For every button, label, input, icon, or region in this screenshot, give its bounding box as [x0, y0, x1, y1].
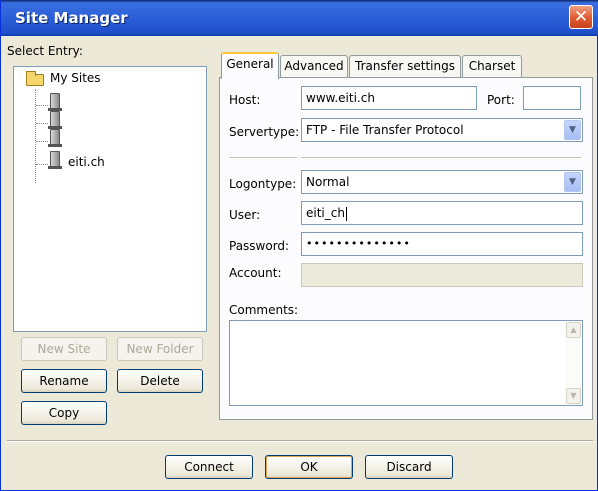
new-site-button[interactable]: New Site	[21, 337, 107, 361]
window-title: Site Manager	[15, 9, 128, 27]
user-value: eiti_ch	[306, 206, 345, 220]
logontype-select[interactable]: Normal ▼	[301, 170, 583, 194]
host-label: Host:	[229, 93, 261, 107]
site-tree[interactable]: My Sites eiti.ch	[13, 66, 207, 332]
delete-button[interactable]: Delete	[117, 369, 203, 393]
chevron-down-icon[interactable]: ▼	[564, 120, 581, 140]
tree-connector	[35, 89, 36, 183]
new-folder-button[interactable]: New Folder	[117, 337, 203, 361]
tree-connector	[36, 105, 48, 106]
tab-transfer-settings[interactable]: Transfer settings	[349, 55, 461, 78]
ok-button[interactable]: OK	[265, 455, 353, 479]
discard-button[interactable]: Discard	[365, 455, 453, 479]
tree-item-site-3[interactable]	[48, 128, 66, 146]
port-input[interactable]	[523, 86, 581, 110]
tree-connector	[36, 164, 48, 165]
scroll-down-icon[interactable]: ▼	[566, 388, 581, 404]
tree-connector	[36, 141, 48, 142]
comments-label: Comments:	[229, 303, 299, 317]
password-label: Password:	[229, 239, 290, 253]
close-button[interactable]: ✕	[569, 5, 593, 29]
tree-connector	[36, 123, 48, 124]
tree-item-eiti-ch[interactable]: eiti.ch	[68, 155, 105, 173]
comments-scrollbar[interactable]: ▲ ▼	[565, 321, 582, 405]
user-label: User:	[229, 208, 261, 222]
user-input[interactable]: eiti_ch	[301, 201, 583, 225]
tree-item-site-2[interactable]	[48, 110, 66, 128]
scroll-up-icon[interactable]: ▲	[566, 322, 581, 338]
host-input[interactable]: www.eiti.ch	[301, 86, 477, 110]
copy-button[interactable]: Copy	[21, 401, 107, 425]
folder-icon	[26, 71, 44, 86]
tab-advanced[interactable]: Advanced	[280, 55, 348, 78]
password-input[interactable]: ••••••••••••••	[301, 232, 583, 256]
divider	[229, 157, 297, 159]
site-manager-window: Site Manager ✕ Select Entry: My Sites ei…	[0, 0, 598, 491]
servertype-label: Servertype:	[229, 125, 300, 139]
servertype-select[interactable]: FTP - File Transfer Protocol ▼	[301, 118, 583, 142]
close-icon: ✕	[573, 7, 589, 27]
account-input	[301, 263, 583, 287]
server-icon	[48, 151, 62, 169]
tree-item-my-sites[interactable]: My Sites	[50, 71, 101, 89]
comments-textarea[interactable]: ▲ ▼	[229, 320, 583, 406]
connect-button[interactable]: Connect	[165, 455, 253, 479]
logontype-label: Logontype:	[229, 177, 297, 191]
divider	[301, 157, 581, 159]
text-caret	[345, 206, 347, 221]
title-bar[interactable]: Site Manager ✕	[1, 0, 598, 36]
footer-divider	[7, 440, 593, 442]
port-label: Port:	[487, 93, 515, 107]
tab-charset[interactable]: Charset	[462, 55, 522, 78]
tab-general[interactable]: General	[221, 52, 279, 79]
chevron-down-icon[interactable]: ▼	[564, 172, 581, 192]
rename-button[interactable]: Rename	[21, 369, 107, 393]
servertype-value: FTP - File Transfer Protocol	[306, 123, 464, 137]
logontype-value: Normal	[306, 175, 350, 189]
select-entry-label: Select Entry:	[7, 44, 83, 58]
tree-item-site-1[interactable]	[48, 92, 66, 110]
account-label: Account:	[229, 266, 282, 280]
